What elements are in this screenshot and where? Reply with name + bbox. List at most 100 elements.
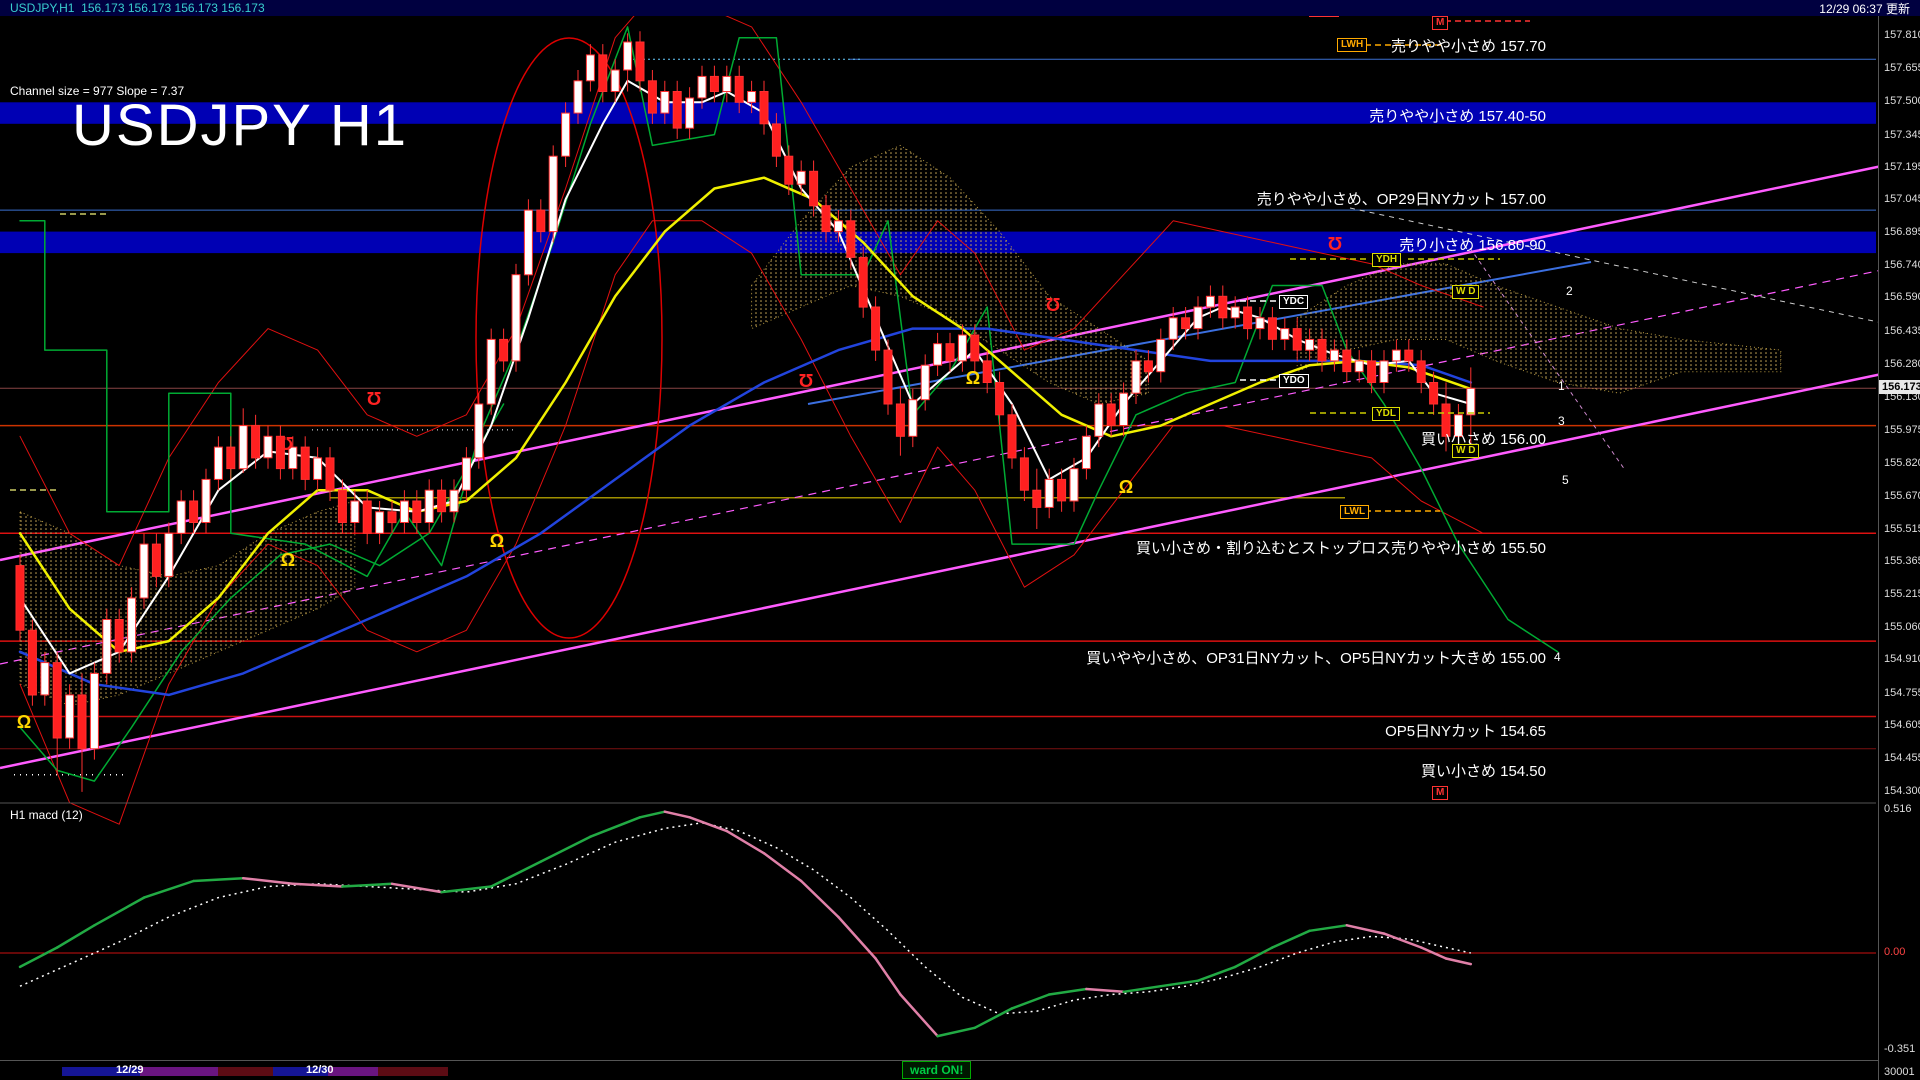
candle-body bbox=[301, 447, 309, 479]
macd-signal-line bbox=[20, 823, 1471, 1014]
price-tick-label: 154.910 bbox=[1884, 653, 1920, 665]
candle-body bbox=[1206, 296, 1214, 307]
candle-body bbox=[152, 544, 160, 576]
macd-main-line bbox=[144, 881, 194, 898]
candle-body bbox=[785, 156, 793, 184]
date-tick-label: 12/29 bbox=[116, 1064, 144, 1076]
candle-body bbox=[946, 344, 954, 361]
candle-body bbox=[1417, 361, 1425, 383]
candle-body bbox=[723, 76, 731, 91]
price-tick-label: 154.455 bbox=[1884, 752, 1920, 764]
candle-body bbox=[1194, 307, 1202, 329]
pivot-label-box: YDL bbox=[1372, 407, 1400, 421]
candle-body bbox=[1157, 339, 1165, 371]
macd-main-line bbox=[94, 898, 144, 926]
macd-min-label: -0.351 bbox=[1884, 1043, 1915, 1055]
candle-body bbox=[748, 92, 756, 103]
session-color-segment bbox=[140, 1067, 218, 1076]
candle-body bbox=[16, 566, 24, 631]
candle-body bbox=[847, 221, 855, 258]
candle-body bbox=[140, 544, 148, 598]
candle-body bbox=[1392, 350, 1400, 361]
price-annotation: 買い小さめ 156.00 bbox=[1421, 428, 1546, 449]
price-tick-label: 155.975 bbox=[1884, 424, 1920, 436]
macd-max-label: 0.516 bbox=[1884, 803, 1912, 815]
macd-main-line bbox=[243, 878, 293, 884]
price-annotation: 買いやや小さめ、OP31日NYカット、OP5日NYカット大きめ 155.00 bbox=[1086, 647, 1546, 668]
candle-body bbox=[103, 620, 111, 674]
macd-main-line bbox=[801, 881, 838, 917]
macd-main-line bbox=[1012, 995, 1049, 1009]
candle-body bbox=[66, 695, 74, 738]
candle-body bbox=[1343, 350, 1351, 372]
macd-main-line bbox=[342, 884, 392, 887]
chart-canvas[interactable]: ΩΩΩΩΩΩΩΩΩΩ bbox=[0, 0, 1920, 1080]
candle-body bbox=[338, 490, 346, 522]
candle-body bbox=[53, 663, 61, 738]
candle-body bbox=[450, 490, 458, 512]
macd-main-line bbox=[727, 831, 764, 853]
candle-body bbox=[41, 663, 49, 695]
pivot-label-box: YDH bbox=[1372, 253, 1401, 267]
candle-body bbox=[983, 361, 991, 383]
candle-body bbox=[562, 113, 570, 156]
candle-body bbox=[1231, 307, 1239, 318]
price-axis[interactable]: 157.810157.655157.500157.345157.195157.0… bbox=[1878, 16, 1920, 1080]
candle-body bbox=[971, 335, 979, 361]
candle-body bbox=[1330, 350, 1338, 361]
ward-on-button[interactable]: ward ON! bbox=[902, 1061, 971, 1079]
pivot-label-box: YDO bbox=[1279, 374, 1309, 388]
candle-body bbox=[462, 458, 470, 490]
candle-body bbox=[822, 206, 830, 232]
price-tick-label: 154.755 bbox=[1884, 687, 1920, 699]
candle-body bbox=[1306, 339, 1314, 350]
signal-marker-top-icon: Ω bbox=[799, 370, 813, 390]
candle-body bbox=[586, 55, 594, 81]
candle-body bbox=[1256, 318, 1264, 329]
signal-marker-top-icon: Ω bbox=[279, 433, 293, 453]
price-tick-label: 156.435 bbox=[1884, 325, 1920, 337]
macd-main-line bbox=[938, 1028, 975, 1036]
candle-body bbox=[425, 490, 433, 522]
macd-main-line bbox=[690, 817, 727, 831]
signal-marker-bottom-icon: Ω bbox=[281, 550, 295, 570]
candle-body bbox=[1219, 296, 1227, 318]
candle-body bbox=[1268, 318, 1276, 340]
candle-body bbox=[1045, 479, 1053, 507]
price-annotation: 売りやや小さめ 157.40-50 bbox=[1369, 105, 1546, 126]
candle-body bbox=[1020, 458, 1028, 490]
candle-body bbox=[400, 501, 408, 523]
price-annotation: 売り小さめ 156.80-90 bbox=[1399, 234, 1546, 255]
channel-line-number: 2 bbox=[1566, 284, 1573, 298]
candle-body bbox=[90, 673, 98, 748]
candle-body bbox=[1070, 469, 1078, 501]
macd-main-line bbox=[541, 837, 591, 862]
candle-body bbox=[475, 404, 483, 458]
candle-body bbox=[351, 501, 359, 523]
signal-marker-top-icon: Ω bbox=[1328, 233, 1342, 253]
candle-body bbox=[599, 55, 607, 92]
candle-body bbox=[859, 258, 867, 308]
macd-main-line bbox=[764, 853, 801, 881]
price-tick-label: 157.655 bbox=[1884, 62, 1920, 74]
candle-body bbox=[1293, 329, 1301, 351]
candle-body bbox=[1430, 383, 1438, 405]
window-title-bar: USDJPY,H1 156.173 156.173 156.173 156.17… bbox=[0, 0, 1920, 16]
price-tick-label: 155.820 bbox=[1884, 457, 1920, 469]
candle-body bbox=[190, 501, 198, 523]
channel-line-number: 3 bbox=[1558, 414, 1565, 428]
macd-main-line bbox=[20, 948, 57, 967]
price-tick-label: 156.280 bbox=[1884, 358, 1920, 370]
price-tick-label: 156.590 bbox=[1884, 291, 1920, 303]
price-tick-label: 157.195 bbox=[1884, 161, 1920, 173]
candle-body bbox=[314, 458, 322, 480]
macd-main-line bbox=[1384, 934, 1421, 948]
candle-body bbox=[1120, 393, 1128, 425]
macd-main-line bbox=[975, 1008, 1012, 1027]
price-annotation: OP5日NYカット 154.65 bbox=[1385, 720, 1546, 741]
candle-body bbox=[363, 501, 371, 533]
macd-main-line bbox=[665, 812, 690, 818]
candle-body bbox=[239, 426, 247, 469]
price-tick-label: 155.060 bbox=[1884, 621, 1920, 633]
price-tick-label: 155.365 bbox=[1884, 555, 1920, 567]
